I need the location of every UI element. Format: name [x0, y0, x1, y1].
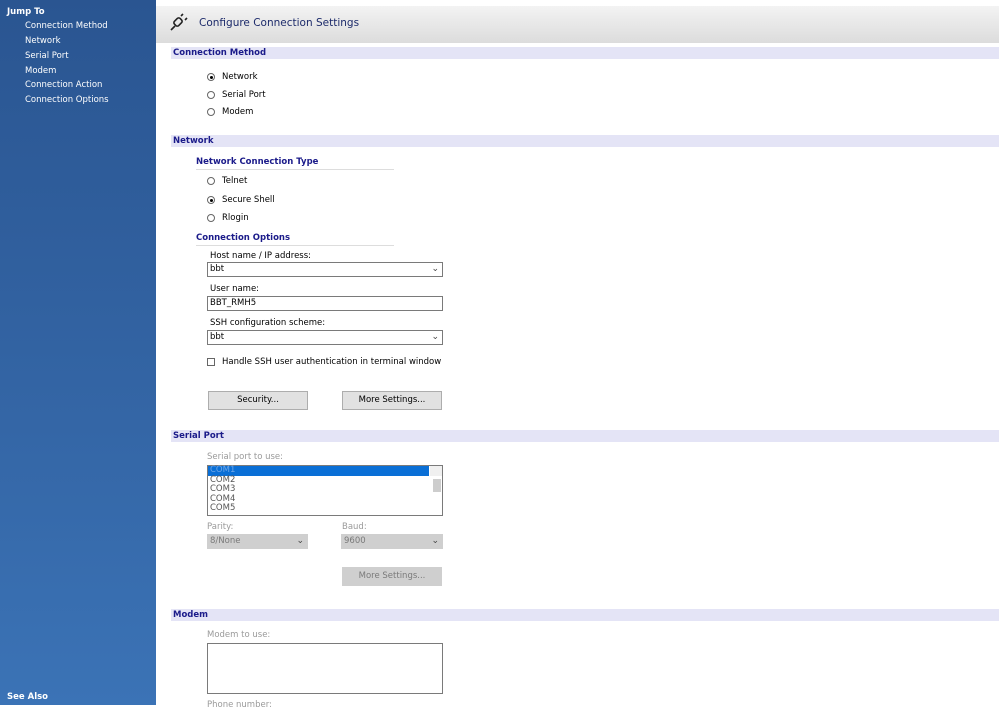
serial-port-list[interactable]: COM1 COM2 COM3 COM4 COM5 [207, 465, 443, 516]
phone-label: Phone number: [207, 700, 272, 710]
section-modem: Modem [171, 609, 999, 621]
jump-to-heading: Jump To [7, 7, 45, 17]
sidebar-item-connection-action[interactable]: Connection Action [25, 80, 102, 90]
modem-label: Modem to use: [207, 630, 270, 640]
radio-serial-port[interactable]: Serial Port [207, 90, 266, 100]
radio-secure-shell[interactable]: Secure Shell [207, 195, 275, 205]
see-also-link[interactable]: See Also [7, 692, 48, 702]
baud-label: Baud: [342, 522, 367, 532]
sidebar: Jump To Connection Method Network Serial… [0, 0, 156, 705]
network-connection-type-heading: Network Connection Type [196, 157, 394, 170]
sidebar-item-connection-options[interactable]: Connection Options [25, 95, 109, 105]
ssh-scheme-combobox[interactable]: bbt⌄ [207, 330, 443, 345]
radio-rlogin[interactable]: Rlogin [207, 213, 249, 223]
section-connection-method: Connection Method [171, 47, 999, 59]
ssh-scheme-label: SSH configuration scheme: [210, 318, 325, 328]
radio-modem[interactable]: Modem [207, 107, 253, 117]
page-header: Configure Connection Settings [156, 0, 999, 43]
sidebar-item-network[interactable]: Network [25, 36, 61, 46]
section-serial-port: Serial Port [171, 430, 999, 442]
sidebar-item-modem[interactable]: Modem [25, 66, 56, 76]
section-network: Network [171, 135, 999, 147]
parity-combobox[interactable]: 8/None⌄ [207, 534, 308, 549]
list-item[interactable]: COM4 [208, 495, 442, 505]
user-name-input[interactable]: BBT_RMH5 [207, 296, 443, 311]
serial-more-settings-button[interactable]: More Settings... [342, 567, 442, 586]
modem-list[interactable] [207, 643, 443, 694]
more-settings-button[interactable]: More Settings... [342, 391, 442, 410]
radio-network[interactable]: Network [207, 72, 258, 82]
sidebar-item-connection-method[interactable]: Connection Method [25, 21, 108, 31]
host-combobox[interactable]: bbt⌄ [207, 262, 443, 277]
baud-combobox[interactable]: 9600⌄ [341, 534, 443, 549]
plug-icon [168, 11, 190, 33]
handle-ssh-checkbox[interactable]: Handle SSH user authentication in termin… [207, 357, 441, 367]
radio-telnet[interactable]: Telnet [207, 176, 247, 186]
connection-options-heading: Connection Options [196, 233, 394, 246]
sidebar-item-serial-port[interactable]: Serial Port [25, 51, 69, 61]
chevron-down-icon: ⌄ [296, 535, 304, 548]
chevron-down-icon: ⌄ [431, 331, 439, 344]
chevron-down-icon: ⌄ [431, 535, 439, 548]
list-item[interactable]: COM3 [208, 485, 442, 495]
parity-label: Parity: [207, 522, 233, 532]
page-title: Configure Connection Settings [199, 17, 359, 29]
list-item[interactable]: COM2 [208, 476, 442, 486]
list-item[interactable]: COM5 [208, 504, 442, 514]
user-label: User name: [210, 284, 259, 294]
serial-port-label: Serial port to use: [207, 452, 283, 462]
scrollbar[interactable] [430, 466, 442, 476]
list-item[interactable]: COM1 [208, 466, 429, 476]
host-label: Host name / IP address: [210, 251, 311, 261]
security-button[interactable]: Security... [208, 391, 308, 410]
chevron-down-icon: ⌄ [431, 263, 439, 276]
